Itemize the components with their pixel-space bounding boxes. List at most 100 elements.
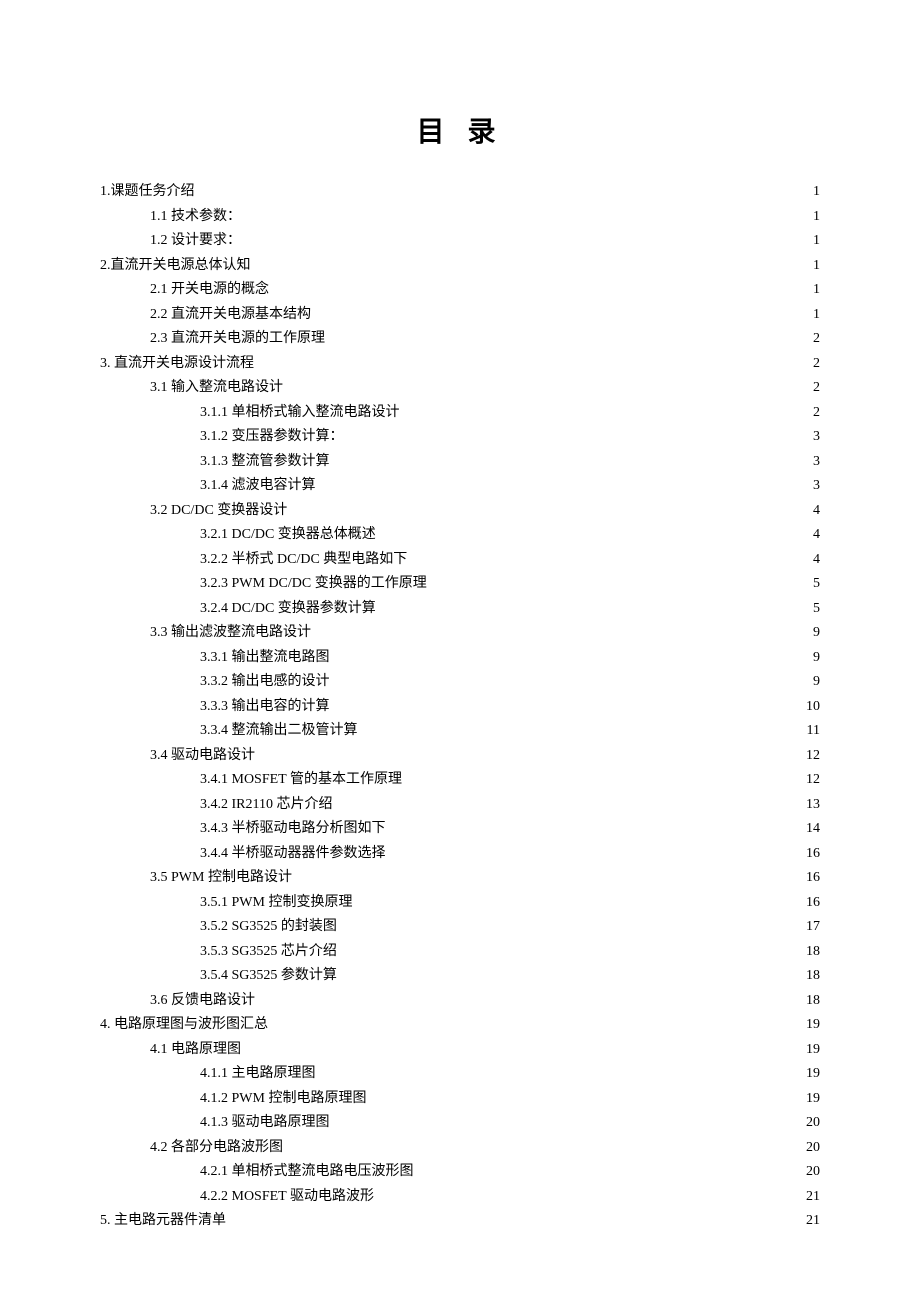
toc-entry-page: 16 [804,891,820,916]
toc-leader-dots [337,966,804,978]
toc-leader-dots [195,182,812,194]
toc-entry: 2.1 开关电源的概念1 [100,278,820,303]
toc-entry: 4.1 电路原理图 19 [100,1038,820,1063]
toc-entry-page: 4 [811,523,820,548]
toc-entry-text: 3.3 输出滤波整流电路设计 [150,621,311,646]
toc-leader-dots [269,280,811,292]
toc-entry: 4.2 各部分电路波形图 20 [100,1136,820,1161]
toc-entry: 3.2.4 DC/DC 变换器参数计算5 [100,597,820,622]
toc-entry: 3.2 DC/DC 变换器设计4 [100,499,820,524]
toc-entry: 4.1.1 主电路原理图19 [100,1062,820,1087]
toc-leader-dots [330,1113,805,1125]
toc-entry-text: 3.3.4 整流输出二极管计算 [200,719,358,744]
toc-entry-page: 4 [811,548,820,573]
toc-entry: 4.1.2 PWM 控制电路原理图19 [100,1087,820,1112]
toc-entry-text: 3.1.1 单相桥式输入整流电路设计 [200,401,400,426]
toc-leader-dots [325,329,811,341]
toc-entry-text: 4.2 各部分电路波形图 [150,1136,283,1161]
toc-entry-text: 4.1.3 驱动电路原理图 [200,1111,330,1136]
toc-entry-text: 3. 直流开关电源设计流程 [100,352,254,377]
toc-leader-dots [407,550,811,562]
toc-entry-text: 3.5.4 SG3525 参数计算 [200,964,337,989]
toc-entry: 4. 电路原理图与波形图汇总19 [100,1013,820,1038]
toc-entry: 1.2 设计要求： 1 [100,229,820,254]
toc-leader-dots [414,1162,805,1174]
toc-entry: 3.1.1 单相桥式输入整流电路设计2 [100,401,820,426]
toc-entry-text: 3.4.2 IR2110 芯片介绍 [200,793,332,818]
toc-entry: 4.2.1 单相桥式整流电路电压波形图20 [100,1160,820,1185]
toc-entry: 2.3 直流开关电源的工作原理2 [100,327,820,352]
toc-entry-text: 3.2.3 PWM DC/DC 变换器的工作原理 [200,572,427,597]
toc-leader-dots [376,599,811,611]
toc-leader-dots [330,452,812,464]
toc-entry: 3.5.2 SG3525 的封装图17 [100,915,820,940]
toc-entry-page: 1 [811,303,820,328]
toc-entry-text: 3.4.1 MOSFET 管的基本工作原理 [200,768,402,793]
toc-entry-page: 16 [804,842,820,867]
toc-leader-dots [254,354,811,366]
toc-entry: 3.1.3 整流管参数计算3 [100,450,820,475]
toc-entry-text: 3.2.2 半桥式 DC/DC 典型电路如下 [200,548,407,573]
toc-leader-dots [427,574,811,586]
toc-leader-dots [283,378,811,390]
toc-entry: 1.1 技术参数：1 [100,205,820,230]
toc-entry-page: 21 [804,1185,820,1210]
toc-entry: 1.课题任务介绍 1 [100,180,820,205]
toc-entry-text: 3.3.2 输出电感的设计 [200,670,330,695]
toc-entry-page: 1 [811,180,820,205]
toc-entry: 3.2.3 PWM DC/DC 变换器的工作原理5 [100,572,820,597]
toc-entry: 3.3.3 输出电容的计算10 [100,695,820,720]
toc-entry-page: 1 [811,229,820,254]
toc-entry-page: 9 [811,646,820,671]
toc-entry: 3.3.4 整流输出二极管计算11 [100,719,820,744]
toc-entry-text: 1.2 设计要求： [150,229,241,254]
toc-entry-page: 9 [811,621,820,646]
toc-entry-text: 4.1.1 主电路原理图 [200,1062,316,1087]
toc-entry-text: 3.5.3 SG3525 芯片介绍 [200,940,337,965]
toc-entry-text: 4.2.2 MOSFET 驱动电路波形 [200,1185,374,1210]
toc-entry-text: 3.4.3 半桥驱动电路分析图如下 [200,817,386,842]
toc-entry-page: 3 [811,474,820,499]
toc-entry-page: 9 [811,670,820,695]
toc-entry-page: 21 [804,1209,820,1234]
toc-leader-dots [358,721,805,733]
toc-entry-page: 20 [804,1111,820,1136]
toc-entry-page: 14 [804,817,820,842]
toc-entry-text: 3.1.4 滤波电容计算 [200,474,316,499]
toc-entry: 2.直流开关电源总体认知1 [100,254,820,279]
toc-leader-dots [352,893,804,905]
toc-entry: 3.4.2 IR2110 芯片介绍 13 [100,793,820,818]
toc-entry-page: 2 [811,376,820,401]
toc-entry: 3.3 输出滤波整流电路设计 9 [100,621,820,646]
toc-leader-dots [283,1138,804,1150]
toc-leader-dots [251,256,812,268]
toc-entry: 4.1.3 驱动电路原理图 20 [100,1111,820,1136]
toc-leader-dots [241,1040,804,1052]
toc-entry: 3.1.2 变压器参数计算：3 [100,425,820,450]
toc-entry-page: 2 [811,352,820,377]
toc-entry-page: 3 [811,425,820,450]
toc-leader-dots [386,819,805,831]
toc-entry-text: 1.课题任务介绍 [100,180,195,205]
toc-entry-page: 20 [804,1136,820,1161]
toc-entry-text: 2.3 直流开关电源的工作原理 [150,327,325,352]
toc-leader-dots [402,770,804,782]
toc-entry: 3.4.4 半桥驱动器器件参数选择16 [100,842,820,867]
toc-leader-dots [344,427,812,439]
toc-entry-page: 19 [804,1038,820,1063]
toc-leader-dots [337,917,804,929]
toc-entry-text: 4.1.2 PWM 控制电路原理图 [200,1087,366,1112]
toc-entry-page: 13 [804,793,820,818]
toc-entry: 3.5 PWM 控制电路设计16 [100,866,820,891]
toc-leader-dots [366,1089,804,1101]
toc-leader-dots [376,525,811,537]
toc-entry-text: 1.1 技术参数： [150,205,241,230]
toc-entry-text: 3.3.3 输出电容的计算 [200,695,330,720]
toc-leader-dots [316,476,812,488]
toc-entry-page: 1 [811,278,820,303]
toc-entry: 3.3.1 输出整流电路图9 [100,646,820,671]
toc-entry-text: 4.1 电路原理图 [150,1038,241,1063]
toc-entry: 5. 主电路元器件清单21 [100,1209,820,1234]
toc-entry-text: 3.2.1 DC/DC 变换器总体概述 [200,523,376,548]
toc-entry-text: 3.1.3 整流管参数计算 [200,450,330,475]
